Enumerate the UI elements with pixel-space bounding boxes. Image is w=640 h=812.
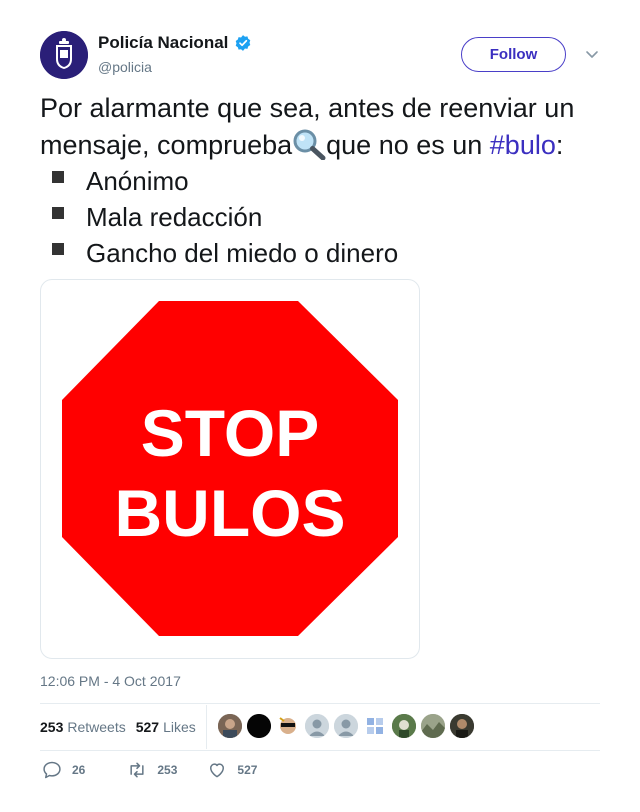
avatar[interactable]	[334, 714, 358, 738]
reply-count: 26	[72, 763, 86, 777]
avatar[interactable]	[392, 714, 416, 738]
bullet-square-icon	[52, 243, 64, 255]
tweet-text-colon: :	[555, 130, 564, 160]
likes-count: 527	[135, 719, 160, 735]
likes-stat[interactable]: 527 Likes	[136, 719, 196, 735]
police-crest-icon	[40, 31, 88, 79]
list-item: Mala redacción	[52, 199, 398, 235]
retweets-count: 253	[40, 719, 64, 735]
avatar[interactable]	[218, 714, 242, 738]
bullet-list: Anónimo Mala redacción Gancho del miedo …	[52, 163, 398, 271]
divider	[40, 703, 600, 704]
divider	[40, 750, 600, 751]
author-name[interactable]: Policía Nacional	[98, 33, 228, 53]
avatar[interactable]	[421, 714, 445, 738]
retweets-stat[interactable]: 253 Retweets	[40, 719, 126, 735]
author-handle[interactable]: @policia	[98, 59, 152, 75]
tweet-actions: 26 253 527	[40, 760, 257, 780]
bullet-square-icon	[52, 207, 64, 219]
magnifying-glass-icon	[293, 129, 326, 160]
retweet-icon	[130, 762, 144, 778]
sign-text-bulos: BULOS	[115, 476, 346, 550]
divider	[206, 705, 207, 749]
avatar[interactable]	[305, 714, 329, 738]
bullet-square-icon	[52, 171, 64, 183]
liker-avatars	[218, 714, 474, 738]
like-button[interactable]: 527	[207, 760, 257, 780]
avatar[interactable]	[450, 714, 474, 738]
chevron-down-icon[interactable]	[584, 46, 600, 62]
sign-text-stop: STOP	[141, 396, 320, 470]
engagement-stats: 253 Retweets 527 Likes	[40, 705, 206, 749]
tweet-text: Por alarmante que sea, antes de reenviar…	[40, 90, 610, 164]
retweet-count: 253	[157, 763, 178, 777]
author-avatar[interactable]	[40, 31, 88, 79]
verified-badge-icon	[236, 35, 251, 51]
reply-icon	[43, 761, 61, 779]
tweet-timestamp[interactable]: 12:06 PM - 4 Oct 2017	[40, 673, 181, 689]
likes-label: Likes	[163, 719, 196, 735]
avatar[interactable]	[247, 714, 271, 738]
avatar[interactable]	[363, 714, 387, 738]
retweets-label: Retweets	[67, 719, 126, 735]
stop-sign-graphic: STOP BULOS	[62, 301, 398, 636]
list-item: Gancho del miedo o dinero	[52, 235, 398, 271]
avatar[interactable]	[276, 714, 300, 738]
reply-button[interactable]: 26	[42, 760, 85, 780]
list-item: Anónimo	[52, 163, 398, 199]
tweet-text-line2: que no es un	[326, 130, 490, 160]
follow-button[interactable]: Follow	[461, 37, 566, 72]
retweet-button[interactable]: 253	[127, 760, 177, 780]
like-count: 527	[237, 763, 258, 777]
tweet-image[interactable]: STOP BULOS	[40, 279, 420, 659]
heart-icon	[210, 763, 225, 778]
hashtag-link[interactable]: #bulo	[490, 130, 556, 160]
